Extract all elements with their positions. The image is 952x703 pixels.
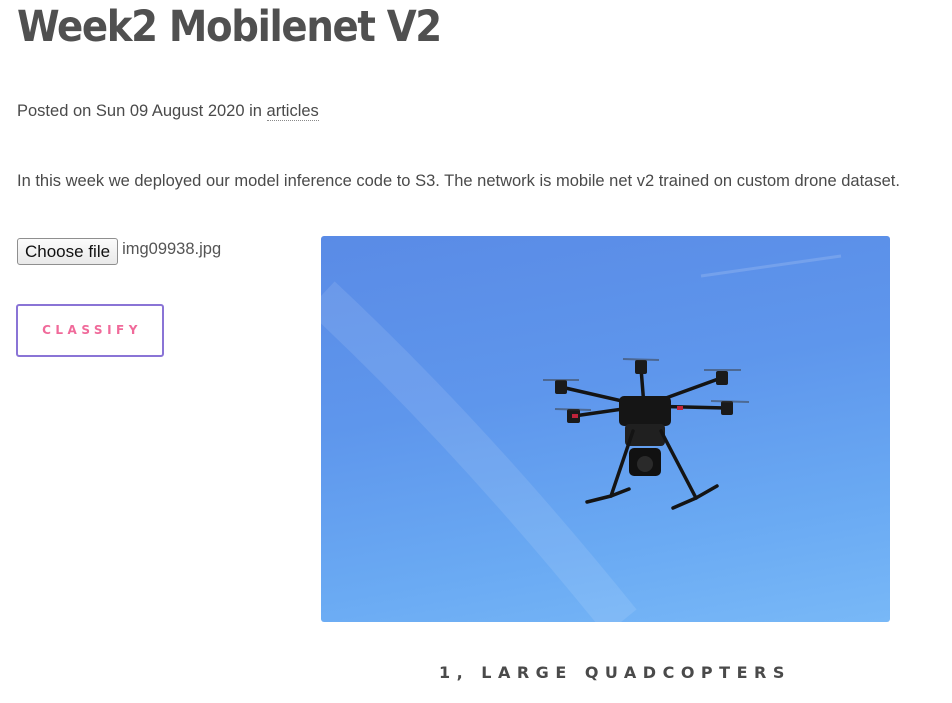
choose-file-button[interactable]: Choose file bbox=[17, 238, 119, 265]
selected-file-name: img09938.jpg bbox=[122, 240, 222, 258]
post-meta-text: Posted on Sun 09 August 2020 in bbox=[17, 102, 267, 120]
page: Week2 Mobilenet V2 Posted on Sun 09 Augu… bbox=[0, 0, 952, 703]
drone-image bbox=[321, 254, 842, 622]
post-description: In this week we deployed our model infer… bbox=[17, 172, 900, 190]
classify-button[interactable]: CLASSIFY bbox=[16, 304, 164, 357]
post-meta: Posted on Sun 09 August 2020 in articles bbox=[17, 102, 319, 121]
drone-image-preview bbox=[321, 236, 890, 622]
classification-result: 1, LARGE QUADCOPTERS bbox=[439, 663, 791, 682]
page-title: Week2 Mobilenet V2 bbox=[17, 2, 442, 52]
category-link[interactable]: articles bbox=[266, 102, 319, 121]
file-upload: Choose file img09938.jpg bbox=[17, 238, 221, 265]
